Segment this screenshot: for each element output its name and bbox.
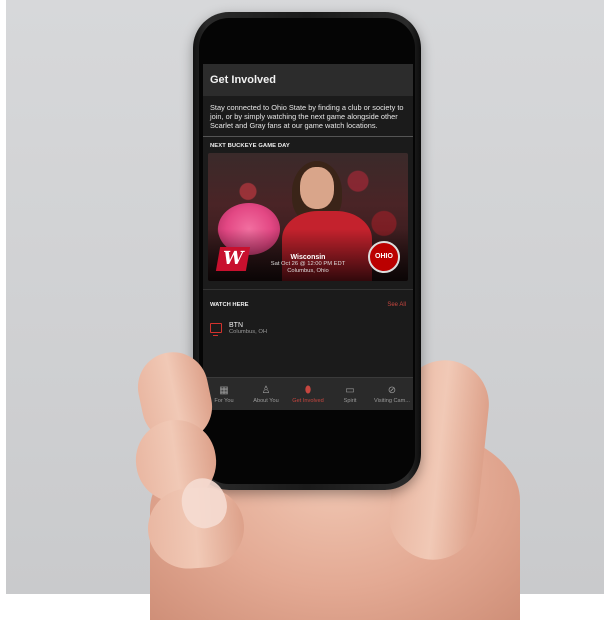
football-icon: ⬮ bbox=[304, 384, 312, 396]
intro-text: Stay connected to Ohio State by finding … bbox=[203, 96, 413, 137]
tab-get-involved[interactable]: ⬮ Get Involved bbox=[287, 378, 329, 410]
tab-label: About You bbox=[253, 397, 279, 404]
tab-bar: ▦ For You ♙ About You ⬮ Get Involved ▭ S… bbox=[203, 377, 413, 410]
tab-label: For You bbox=[214, 397, 234, 404]
game-location: Columbus, Ohio bbox=[287, 268, 329, 274]
game-opponent: Wisconsin bbox=[290, 254, 326, 261]
watch-label: WATCH HERE bbox=[210, 302, 249, 308]
list-item[interactable]: BTN Columbus, OH bbox=[203, 314, 413, 336]
chat-icon: ▭ bbox=[345, 384, 355, 396]
app-screen: Get Involved Stay connected to Ohio Stat… bbox=[203, 64, 413, 410]
location-text: BTN Columbus, OH bbox=[229, 322, 267, 335]
grid-icon: ▦ bbox=[219, 384, 229, 396]
tab-visiting-campus[interactable]: ⊘ Visiting Cam... bbox=[371, 378, 413, 410]
person-icon: ♙ bbox=[261, 384, 271, 396]
watch-header: WATCH HERE See All bbox=[203, 289, 413, 314]
next-game-label: NEXT BUCKEYE GAME DAY bbox=[210, 143, 290, 149]
tab-label: Get Involved bbox=[292, 397, 324, 404]
cheerleader-face bbox=[300, 167, 334, 209]
tab-spirit[interactable]: ▭ Spirit bbox=[329, 378, 371, 410]
tv-icon bbox=[210, 323, 222, 336]
location-name: BTN bbox=[229, 322, 243, 329]
page-title: Get Involved bbox=[210, 74, 277, 86]
location-city: Columbus, OH bbox=[229, 329, 268, 335]
tab-label: Visiting Cam... bbox=[374, 397, 410, 404]
compass-icon: ⊘ bbox=[387, 384, 397, 396]
next-game-card[interactable]: W OHIO STATE Wisconsin Sat Oct 26 @ 12:0… bbox=[208, 153, 408, 281]
tab-label: Spirit bbox=[343, 397, 357, 404]
game-info: Wisconsin Sat Oct 26 @ 12:00 PM EDT Colu… bbox=[208, 254, 408, 275]
see-all-link[interactable]: See All bbox=[387, 302, 406, 308]
tab-about-you[interactable]: ♙ About You bbox=[245, 378, 287, 410]
app-bar: Get Involved bbox=[203, 64, 413, 96]
game-datetime: Sat Oct 26 @ 12:00 PM EDT bbox=[270, 261, 346, 267]
